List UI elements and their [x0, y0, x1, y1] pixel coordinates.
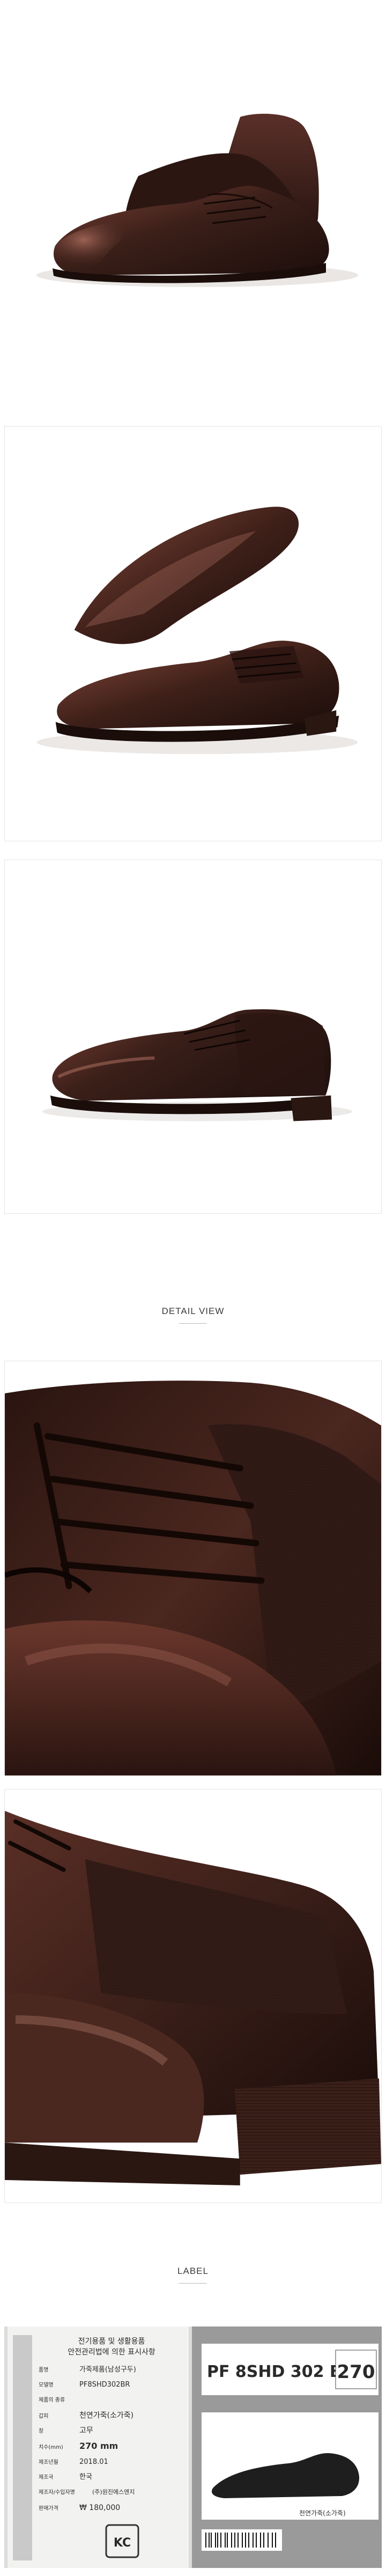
tag-header-line2: 안전관리법에 의한 표시사항	[68, 2348, 155, 2357]
detail-photo-heel	[4, 1789, 382, 2203]
oxford-shoe-pair-angled-icon	[36, 507, 358, 754]
label-photo: 전기용품 및 생활용품 안전관리법에 의한 표시사항 품명 가죽제품(남성구두)…	[4, 2327, 382, 2568]
product-photo-angled	[4, 426, 382, 841]
tag-row-key: 제조자/수입자명	[39, 2489, 75, 2496]
box-material: 천연가죽(소가죽)	[299, 2509, 346, 2517]
tag-row-key: 치수(mm)	[39, 2444, 63, 2450]
box-size: 270	[337, 2361, 375, 2383]
product-label-icon: 전기용품 및 생활용품 안전관리법에 의한 표시사항 품명 가죽제품(남성구두)…	[4, 2327, 382, 2568]
tag-row-key: 제조국	[39, 2474, 54, 2480]
tag-row-value: ₩ 180,000	[79, 2504, 120, 2512]
tag-row-value: 한국	[79, 2473, 92, 2481]
tag-row-value: PF8SHD302BR	[79, 2381, 130, 2389]
tag-row-key: 판매가격	[39, 2505, 58, 2512]
tag-row-value: 2018.01	[79, 2458, 108, 2466]
tag-row-value: 고무	[79, 2426, 93, 2435]
oxford-shoe-pair-icon	[36, 114, 358, 287]
heel-closeup-icon	[5, 1789, 381, 2203]
tag-header-line1: 전기용품 및 생활용품	[78, 2337, 145, 2346]
detail-view-heading: DETAIL VIEW	[161, 1306, 225, 1316]
tag-row-key: 갑피	[39, 2413, 48, 2419]
box-model-code: PF 8SHD 302 BR	[207, 2362, 354, 2381]
tag-row-key: 제품의 종류	[39, 2397, 65, 2403]
tag-row-value: 천연가죽(소가죽)	[79, 2411, 133, 2420]
tag-row-value: 270 mm	[79, 2441, 118, 2451]
tag-row-key: 모델명	[39, 2382, 54, 2388]
product-photo-pair	[4, 4, 382, 409]
label-heading: LABEL	[177, 2266, 209, 2276]
product-photo-side	[4, 860, 382, 1214]
detail-view-divider	[179, 1323, 207, 1324]
tag-row-value: 가죽제품(남성구두)	[79, 2366, 136, 2374]
tag-row-key: 창	[39, 2428, 43, 2434]
tag-row-key: 품명	[39, 2367, 48, 2373]
lacing-closeup-icon	[5, 1361, 381, 1775]
tag-row-value: (주)원진에스엔지	[92, 2489, 135, 2496]
label-divider	[179, 2283, 207, 2284]
tag-row-key: 제조년월	[39, 2459, 58, 2465]
detail-photo-lacing	[4, 1361, 382, 1776]
oxford-shoe-side-icon	[42, 1009, 353, 1121]
svg-text:KC: KC	[114, 2536, 131, 2550]
